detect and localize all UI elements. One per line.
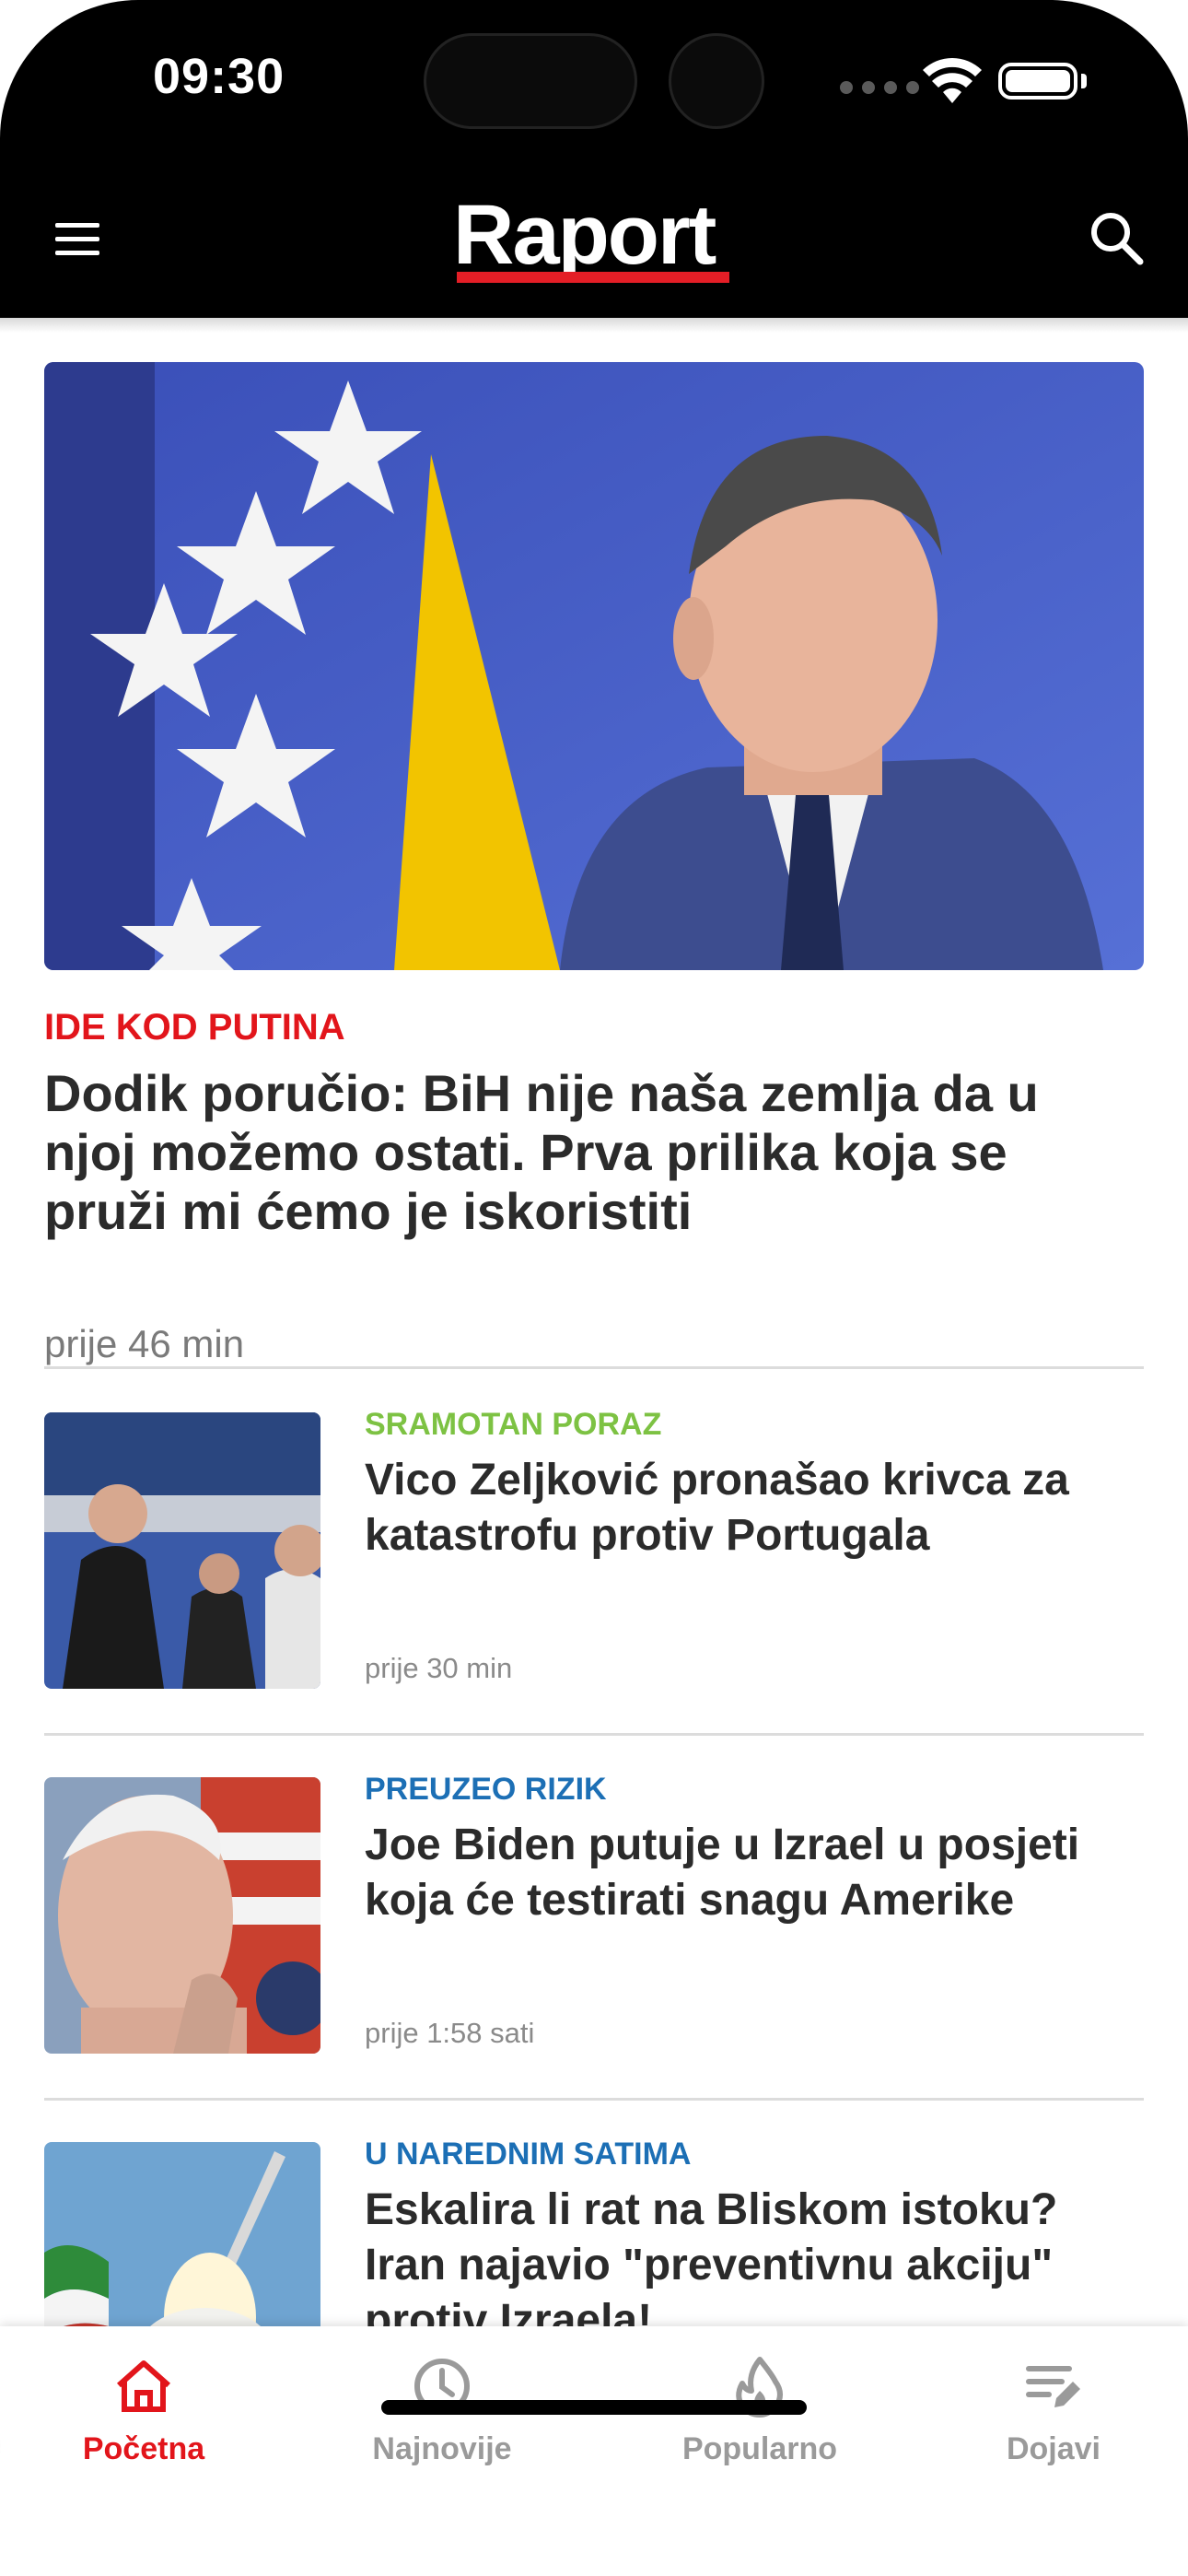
edit-list-icon (1026, 2366, 1080, 2407)
tab-label: Početna (82, 2431, 205, 2466)
wifi-icon (923, 58, 982, 103)
hero-image[interactable] (44, 362, 1144, 970)
tab-label: Popularno (681, 2431, 838, 2466)
app-header: 09:30 Raport (0, 0, 1188, 318)
menu-button[interactable] (55, 223, 99, 256)
search-icon[interactable] (1087, 208, 1146, 267)
logo-underline (457, 272, 729, 283)
hero-kicker: IDE KOD PUTINA (44, 1007, 345, 1048)
article-title[interactable]: Vico Zeljković pronašao krivca za katast… (365, 1453, 1147, 1563)
front-camera (669, 33, 764, 129)
article-item[interactable]: PREUZEO RIZIK Joe Biden putuje u Izrael … (44, 1772, 1147, 2054)
tab-label: Dojavi (1006, 2431, 1101, 2466)
article-kicker: SRAMOTAN PORAZ (365, 1407, 662, 1442)
bottom-tab-bar: Početna Najnovije Popularno Dojavi (0, 2326, 1188, 2576)
divider (44, 1366, 1144, 1369)
article-item[interactable]: SRAMOTAN PORAZ Vico Zeljković pronašao k… (44, 1407, 1147, 1689)
article-kicker: PREUZEO RIZIK (365, 1772, 607, 1807)
battery-icon (998, 63, 1077, 100)
raport-logo[interactable]: Raport (453, 189, 735, 290)
tab-label: Najnovije (372, 2431, 512, 2466)
article-item[interactable]: U NAREDNIM SATIMA Eskalira li rat na Bli… (44, 2137, 1147, 2326)
divider (44, 2098, 1144, 2101)
article-title[interactable]: Eskalira li rat na Bliskom istoku? Iran … (365, 2183, 1147, 2326)
article-thumbnail[interactable] (44, 1777, 320, 2054)
hero-title[interactable]: Dodik poručio: BiH nije naša zemlja da u… (44, 1064, 1144, 1241)
article-thumbnail[interactable] (44, 2142, 320, 2326)
article-kicker: U NAREDNIM SATIMA (365, 2137, 692, 2172)
divider (44, 1733, 1144, 1736)
tab-pocetna[interactable]: Početna (33, 2354, 254, 2474)
dynamic-island (424, 33, 637, 129)
tab-dojavi[interactable]: Dojavi (943, 2354, 1164, 2474)
logo-text: Raport (453, 188, 716, 282)
article-thumbnail[interactable] (44, 1412, 320, 1689)
article-time: prije 30 min (365, 1652, 513, 1684)
status-icons (840, 55, 1098, 107)
article-title[interactable]: Joe Biden putuje u Izrael u posjeti koja… (365, 1818, 1147, 1928)
battery-tip (1081, 74, 1087, 88)
article-time: prije 1:58 sati (365, 2017, 535, 2049)
hero-time: prije 46 min (44, 1322, 245, 1365)
news-feed[interactable]: IDE KOD PUTINA Dodik poručio: BiH nije n… (0, 318, 1188, 2326)
hero-article[interactable]: IDE KOD PUTINA Dodik poručio: BiH nije n… (44, 362, 1144, 1365)
cellular-signal-icon (840, 81, 919, 94)
home-indicator[interactable] (381, 2400, 807, 2415)
home-icon (117, 2360, 170, 2412)
status-time: 09:30 (153, 49, 285, 104)
phone-screen: 09:30 Raport IDE KOD PUTINA Dodik poruči… (0, 0, 1188, 2576)
